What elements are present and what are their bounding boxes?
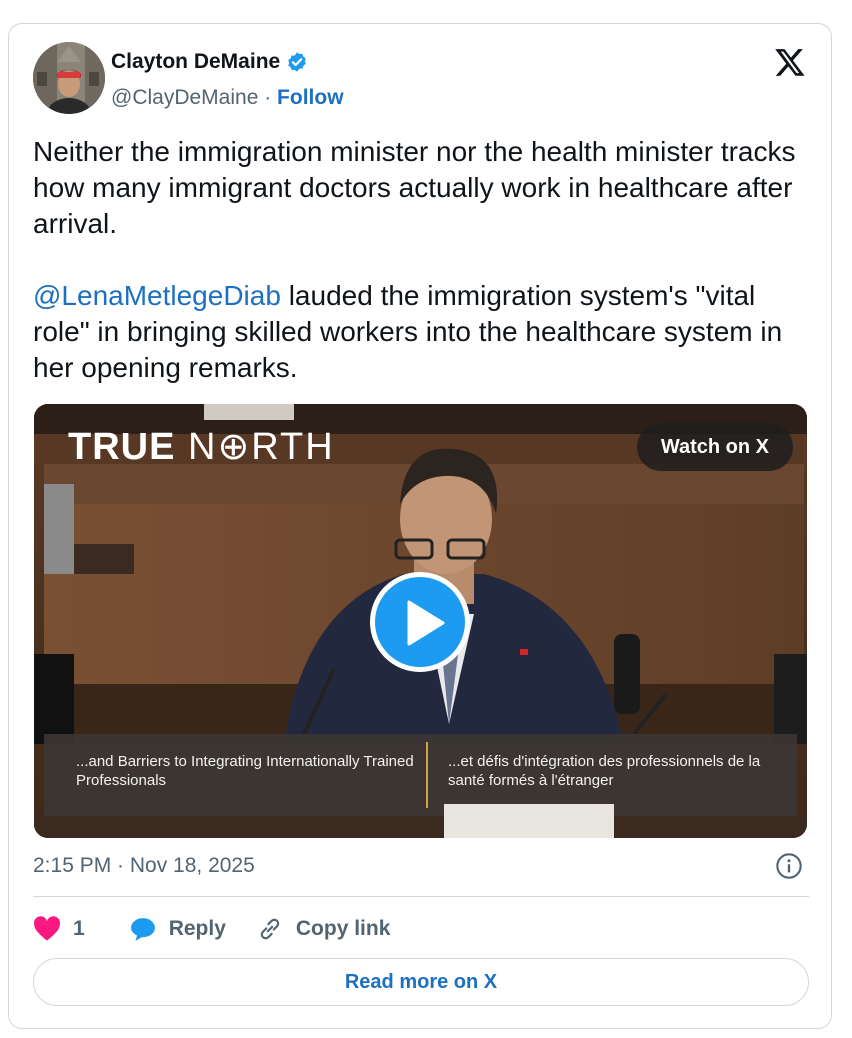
author-handle-row: @ClayDeMaine · Follow [111, 86, 344, 110]
link-icon [260, 918, 280, 940]
caption-english: ...and Barriers to Integrating Internati… [76, 753, 414, 789]
x-logo-icon[interactable] [773, 46, 807, 78]
caption-french: ...et défis d'intégration des profession… [448, 753, 761, 789]
tweet-paragraph-1: Neither the immigration minister nor the… [33, 136, 796, 239]
copy-link-button[interactable]: Copy link [256, 916, 391, 942]
tweet-card: Clayton DeMaine @ClayDeMaine · Follow Ne… [8, 23, 832, 1029]
author-name[interactable]: Clayton DeMaine [111, 50, 280, 74]
info-icon[interactable] [775, 852, 803, 880]
handle-separator: · [258, 86, 278, 109]
like-button[interactable]: 1 [33, 916, 85, 942]
watch-on-x-button[interactable]: Watch on X [636, 423, 793, 471]
caption-divider [426, 742, 428, 808]
reply-button[interactable]: Reply [129, 916, 226, 942]
author-handle[interactable]: @ClayDeMaine [111, 86, 258, 109]
video-player[interactable]: TRUE N⊕RTH Watch on X ...and Barriers to… [34, 404, 807, 838]
tweet-paragraph-2: @LenaMetlegeDiab lauded the immigration … [33, 278, 813, 386]
heart-icon [34, 916, 60, 941]
play-button[interactable] [370, 572, 470, 672]
reply-label: Reply [168, 917, 226, 940]
copy-link-label: Copy link [295, 917, 391, 940]
tweet-text: Neither the immigration minister nor the… [33, 134, 813, 386]
mention-link[interactable]: @LenaMetlegeDiab [33, 280, 281, 311]
action-bar: 1 Reply Copy link [33, 914, 390, 944]
verified-badge-icon [288, 52, 307, 72]
avatar[interactable] [33, 42, 105, 114]
follow-button[interactable]: Follow [277, 86, 344, 109]
play-icon [407, 600, 445, 646]
read-more-button[interactable]: Read more on X [33, 958, 809, 1006]
like-count: 1 [73, 917, 85, 940]
author-name-row: Clayton DeMaine [111, 50, 308, 74]
avatar-image [33, 42, 105, 114]
reply-bubble-icon [130, 918, 155, 941]
tweet-timestamp[interactable]: 2:15 PM · Nov 18, 2025 [33, 854, 255, 878]
divider [33, 896, 809, 897]
true-north-logo: TRUE N⊕RTH [68, 426, 335, 468]
